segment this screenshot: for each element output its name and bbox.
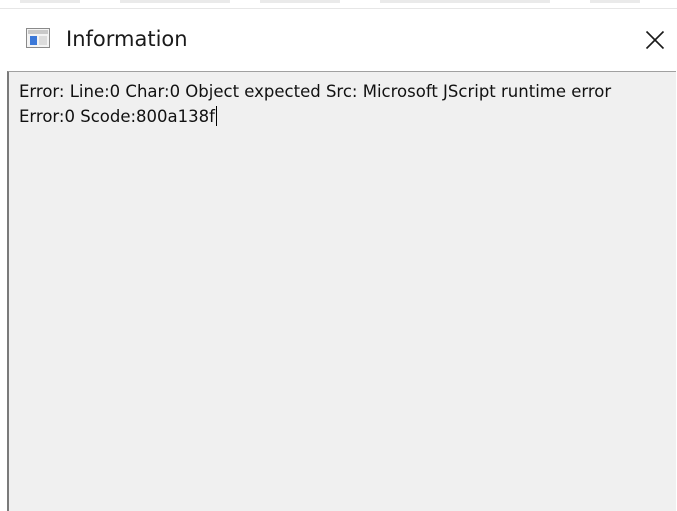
title-bar[interactable]: Information bbox=[0, 9, 677, 71]
error-message: Error: Line:0 Char:0 Object expected Src… bbox=[19, 82, 612, 126]
window-title: Information bbox=[66, 27, 188, 51]
information-dialog: Information Error: Line:0 Char:0 Object … bbox=[0, 0, 677, 511]
close-button[interactable] bbox=[632, 18, 676, 62]
background-window-edge bbox=[0, 0, 677, 9]
text-caret bbox=[215, 106, 217, 126]
window-app-icon bbox=[26, 28, 50, 48]
close-icon bbox=[645, 30, 665, 50]
message-text[interactable]: Error: Line:0 Char:0 Object expected Src… bbox=[19, 79, 671, 129]
message-text-area[interactable]: Error: Line:0 Char:0 Object expected Src… bbox=[7, 71, 676, 511]
